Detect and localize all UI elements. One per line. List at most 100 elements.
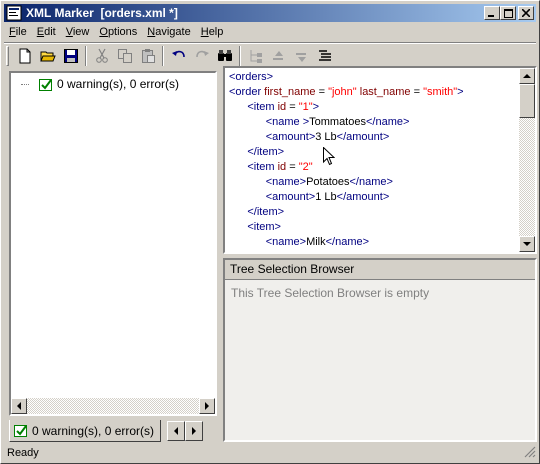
status-text: Ready bbox=[7, 447, 39, 459]
close-icon bbox=[522, 9, 530, 17]
arrow-right-icon bbox=[192, 427, 197, 435]
tree-root-node[interactable]: 0 warning(s), 0 error(s) bbox=[19, 77, 179, 91]
move-down-button[interactable] bbox=[290, 45, 313, 67]
code-token: </name> bbox=[325, 236, 370, 248]
cut-icon bbox=[95, 48, 108, 63]
redo-button[interactable] bbox=[190, 45, 213, 67]
open-folder-icon bbox=[39, 51, 56, 62]
menu-file[interactable]: File bbox=[4, 24, 32, 41]
menu-edit-mnemonic: E bbox=[36, 26, 45, 38]
scroll-up-button[interactable] bbox=[519, 68, 535, 84]
code-token: Potatoes bbox=[306, 176, 350, 188]
scroll-track[interactable] bbox=[27, 398, 199, 414]
xml-code-view[interactable]: <orders> <order first_name = "john" last_… bbox=[229, 70, 464, 250]
tree-panel[interactable]: 0 warning(s), 0 error(s) bbox=[9, 71, 217, 416]
code-token: Tommatoes bbox=[309, 116, 366, 128]
code-line[interactable]: <item> bbox=[229, 220, 464, 235]
code-line[interactable]: <item id = "2" bbox=[229, 160, 464, 175]
menu-navigate[interactable]: Navigate bbox=[142, 24, 195, 41]
menu-view[interactable]: View bbox=[61, 24, 95, 41]
code-token: = bbox=[286, 101, 299, 113]
toolbar-separator bbox=[239, 46, 241, 66]
editor-vertical-scrollbar[interactable] bbox=[519, 68, 535, 252]
code-line[interactable]: <name >Tommatoes</name> bbox=[229, 115, 464, 130]
code-token: first_name bbox=[264, 86, 316, 98]
scroll-left-button[interactable] bbox=[11, 398, 27, 414]
code-line[interactable]: <amount>1 Lb</amount> bbox=[229, 190, 464, 205]
find-button[interactable] bbox=[213, 45, 236, 67]
window-title: XML Marker [orders.xml *] bbox=[26, 6, 178, 20]
code-token: "smith" bbox=[423, 86, 458, 98]
menu-options[interactable]: Options bbox=[94, 24, 142, 41]
tab-validation[interactable]: 0 warning(s), 0 error(s) bbox=[9, 420, 162, 442]
code-token: <orders> bbox=[229, 71, 274, 83]
tree-indent-icon bbox=[250, 50, 262, 63]
code-line[interactable]: </item> bbox=[229, 145, 464, 160]
xml-editor[interactable]: <orders> <order first_name = "john" last_… bbox=[223, 66, 537, 254]
toolbar-grip[interactable] bbox=[6, 46, 9, 66]
code-line[interactable]: <order first_name = "john" last_name = "… bbox=[229, 85, 464, 100]
code-line[interactable]: <orders> bbox=[229, 70, 464, 85]
scroll-down-button[interactable] bbox=[519, 236, 535, 252]
scroll-right-button[interactable] bbox=[199, 398, 215, 414]
minimize-icon bbox=[488, 14, 494, 17]
new-file-icon bbox=[19, 48, 30, 64]
maximize-button[interactable] bbox=[500, 6, 516, 20]
arrow-left-icon bbox=[174, 427, 179, 435]
code-token: <order bbox=[229, 86, 265, 98]
title-bar[interactable]: XML Marker [orders.xml *] bbox=[4, 4, 536, 22]
code-token: > bbox=[312, 101, 320, 113]
menu-file-label: ile bbox=[15, 26, 27, 38]
tab-next-button[interactable] bbox=[185, 421, 204, 441]
menu-help[interactable]: Help bbox=[196, 24, 229, 41]
code-token: > bbox=[457, 86, 464, 98]
close-button[interactable] bbox=[518, 6, 534, 20]
copy-button[interactable] bbox=[113, 45, 136, 67]
scroll-thumb[interactable] bbox=[519, 84, 535, 118]
code-token: <name> bbox=[265, 176, 307, 188]
code-token: </amount> bbox=[336, 131, 390, 143]
minimize-button[interactable] bbox=[484, 6, 500, 20]
menu-file-mnemonic: F bbox=[9, 26, 16, 38]
scroll-track[interactable] bbox=[519, 118, 535, 236]
tree-horizontal-scrollbar[interactable] bbox=[11, 398, 215, 414]
menu-options-mnemonic: O bbox=[99, 26, 108, 38]
resize-grip-icon[interactable] bbox=[524, 446, 536, 461]
code-token: <amount bbox=[265, 131, 309, 143]
open-button[interactable] bbox=[36, 45, 59, 67]
move-down-icon bbox=[295, 53, 306, 62]
menu-options-label: ptions bbox=[107, 26, 138, 38]
cut-button[interactable] bbox=[90, 45, 113, 67]
code-line[interactable]: <name>Potatoes</name> bbox=[229, 175, 464, 190]
paste-button[interactable] bbox=[136, 45, 159, 67]
code-token: <name> bbox=[265, 236, 307, 248]
code-line[interactable]: </item> bbox=[229, 205, 464, 220]
code-token: "john" bbox=[328, 86, 357, 98]
code-token: <name bbox=[265, 116, 303, 128]
check-document-icon bbox=[39, 78, 52, 91]
code-token: </name> bbox=[349, 176, 393, 188]
code-token: </amount> bbox=[336, 191, 390, 203]
undo-button[interactable] bbox=[167, 45, 190, 67]
code-line[interactable]: <item id = "1"> bbox=[229, 100, 464, 115]
list-button[interactable] bbox=[313, 45, 336, 67]
code-token: <item bbox=[247, 101, 278, 113]
tab-prev-button[interactable] bbox=[167, 421, 186, 441]
paste-icon bbox=[141, 49, 155, 63]
menu-edit[interactable]: Edit bbox=[32, 24, 61, 41]
tree-indent-button[interactable] bbox=[244, 45, 267, 67]
code-token: = bbox=[286, 161, 299, 173]
save-button[interactable] bbox=[59, 45, 82, 67]
code-line[interactable]: <amount>3 Lb</amount> bbox=[229, 130, 464, 145]
move-up-button[interactable] bbox=[267, 45, 290, 67]
main-window: XML Marker [orders.xml *] File Edit View… bbox=[0, 0, 540, 464]
code-line[interactable]: <name>Milk</name> bbox=[229, 235, 464, 250]
app-icon bbox=[6, 5, 22, 21]
new-file-button[interactable] bbox=[13, 45, 36, 67]
tree-selection-browser[interactable]: Tree Selection Browser This Tree Selecti… bbox=[223, 258, 537, 442]
